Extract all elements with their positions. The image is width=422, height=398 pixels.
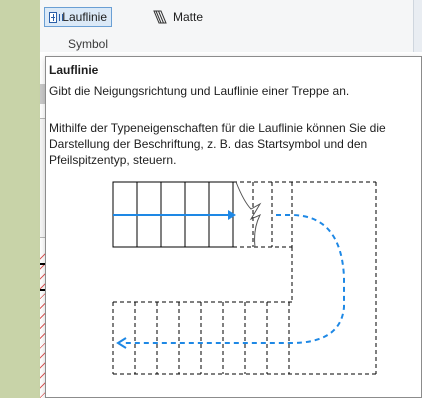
run-line-icon xyxy=(49,11,58,23)
left-background-strip xyxy=(0,0,40,398)
panel-label-symbol: Symbol xyxy=(68,37,109,51)
stair-run-illustration xyxy=(112,181,377,375)
tooltip-title: Lauflinie xyxy=(49,63,99,77)
ribbon-panel: Lauflinie Matte Symbol xyxy=(40,0,422,53)
landing-icon xyxy=(153,10,167,24)
run-line-button[interactable]: Lauflinie xyxy=(44,7,112,27)
run-line-label: Lauflinie xyxy=(62,10,107,24)
tooltip-description: Gibt die Neigungsrichtung und Lauflinie … xyxy=(49,84,350,98)
tooltip-paragraph-line: Mithilfe der Typeneigenschaften für die … xyxy=(49,121,386,135)
tooltip-paragraph-line: Pfeilspitzentyp, steuern. xyxy=(49,153,177,167)
tooltip-popup: Lauflinie Gibt die Neigungsrichtung und … xyxy=(45,56,422,398)
landing-label: Matte xyxy=(173,10,204,24)
tooltip-paragraph-line: Darstellung der Beschriftung, z. B. das … xyxy=(49,137,368,151)
landing-button[interactable]: Matte xyxy=(148,7,207,27)
tooltip-paragraph: Mithilfe der Typeneigenschaften für die … xyxy=(49,120,419,168)
ribbon-right-edge xyxy=(413,0,422,52)
